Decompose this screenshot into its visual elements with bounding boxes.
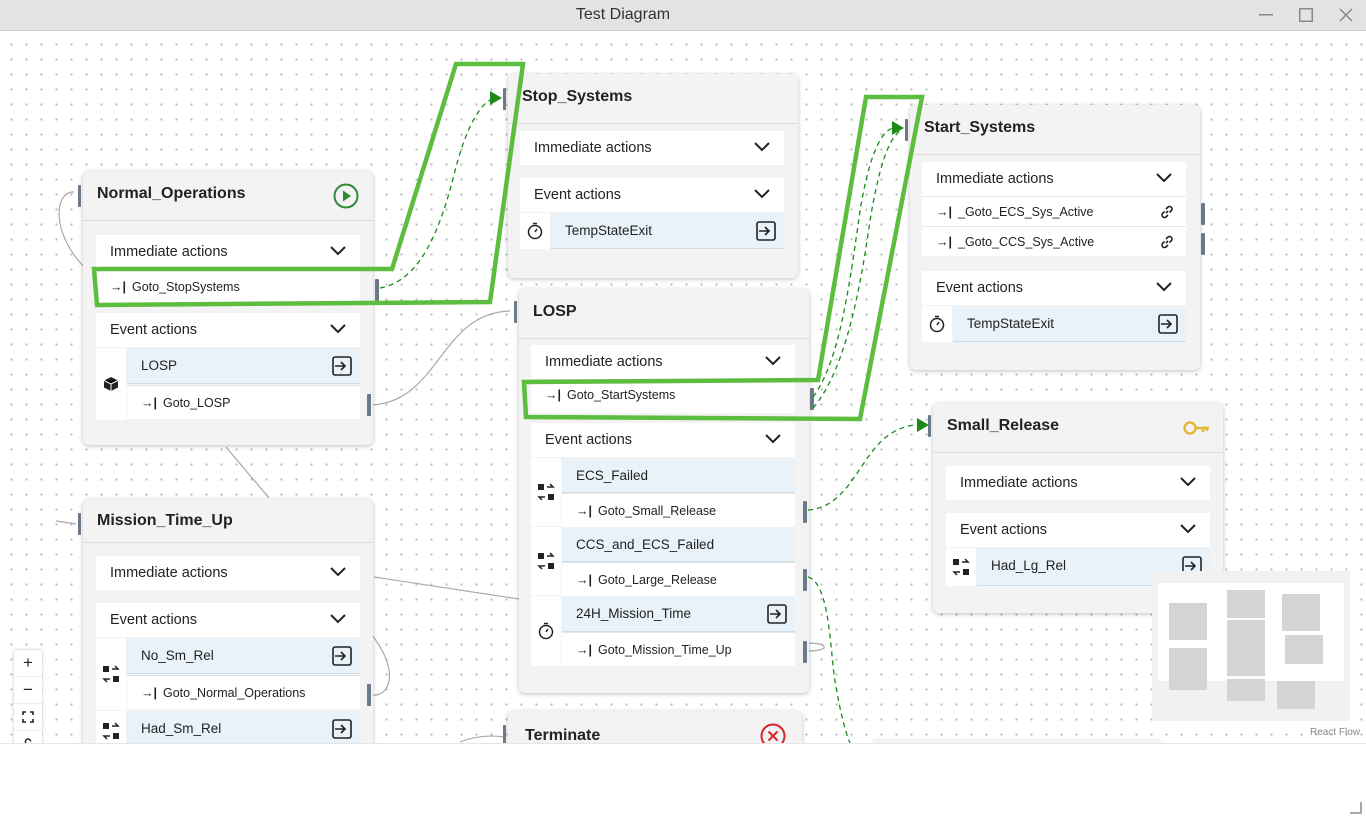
zoom-in-button[interactable]: +	[14, 650, 42, 677]
minimap-node	[1285, 635, 1323, 664]
minimap-node	[1282, 594, 1320, 631]
minimap-node	[1227, 679, 1265, 701]
close-button[interactable]	[1333, 4, 1359, 26]
react-flow-attribution[interactable]: React Flow	[1310, 727, 1360, 738]
edge-losp-to-large-release	[807, 576, 851, 743]
minimize-button[interactable]	[1253, 4, 1279, 26]
zoom-controls: + −	[14, 650, 42, 743]
window-titlebar: Test Diagram	[0, 0, 1366, 31]
maximize-button[interactable]	[1293, 4, 1319, 26]
window-title: Test Diagram	[575, 6, 671, 23]
highlight-outline	[521, 94, 925, 422]
zoom-out-button[interactable]: −	[14, 677, 42, 704]
lock-button[interactable]	[14, 731, 42, 743]
minimap-node	[1169, 648, 1207, 690]
edge-arrowhead	[490, 91, 502, 105]
minimap-node	[1277, 681, 1315, 709]
fit-view-button[interactable]	[14, 704, 42, 731]
minimap-node	[1227, 620, 1265, 676]
minimap-node	[1169, 603, 1207, 640]
edge-arrowhead	[917, 418, 929, 432]
flow-canvas[interactable]: Normal_Operations Immediate actions →| Go…	[0, 31, 1366, 743]
edge-losp-to-small-release	[807, 424, 916, 511]
resize-grip-icon[interactable]	[1350, 802, 1362, 814]
highlight-outline	[91, 61, 526, 308]
bottom-panel	[0, 743, 1366, 818]
fit-view-icon	[22, 711, 34, 723]
minimap-node	[1227, 590, 1265, 618]
minimap[interactable]	[1152, 571, 1350, 721]
